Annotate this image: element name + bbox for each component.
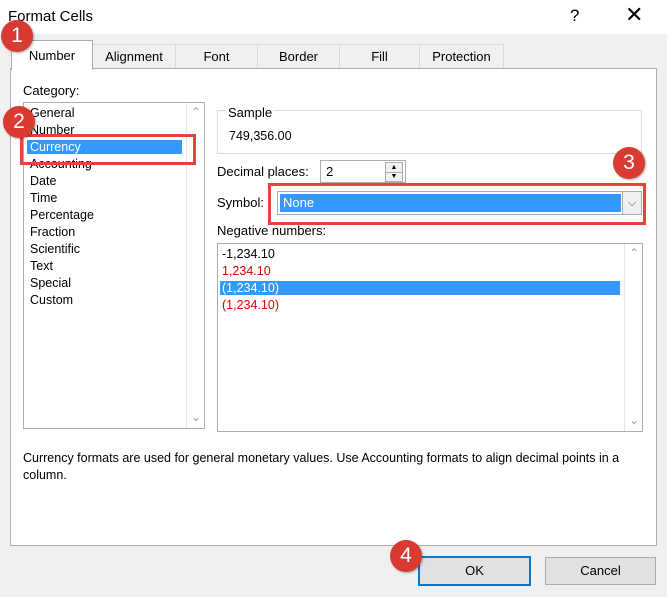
- symbol-label: Symbol:: [217, 195, 264, 210]
- negative-format-item-selected[interactable]: (1,234.10): [220, 281, 620, 295]
- close-button[interactable]: ✕: [625, 2, 643, 28]
- tab-protection[interactable]: Protection: [419, 44, 504, 69]
- scroll-up-icon[interactable]: ⌃: [191, 105, 201, 119]
- help-button[interactable]: ?: [570, 6, 579, 26]
- category-label: Category:: [23, 83, 80, 98]
- negative-numbers-scrollbar[interactable]: ⌃ ⌄: [624, 244, 642, 431]
- currency-highlight-box: [20, 134, 196, 165]
- decimal-places-value[interactable]: 2: [326, 164, 333, 179]
- category-item-scientific[interactable]: Scientific: [30, 242, 80, 256]
- negative-numbers-list[interactable]: -1,234.10 1,234.10 (1,234.10) (1,234.10)…: [217, 243, 643, 432]
- category-item-general[interactable]: General: [30, 106, 74, 120]
- step-badge-2: 2: [3, 106, 35, 138]
- negative-numbers-label: Negative numbers:: [217, 223, 327, 238]
- decimal-places-spinner[interactable]: 2 ▲ ▼: [320, 160, 406, 183]
- tab-font[interactable]: Font: [175, 44, 258, 69]
- category-item-date[interactable]: Date: [30, 174, 56, 188]
- scroll-up-icon[interactable]: ⌃: [629, 246, 639, 260]
- tab-border[interactable]: Border: [257, 44, 340, 69]
- category-item-percentage[interactable]: Percentage: [30, 208, 94, 222]
- step-badge-3: 3: [613, 147, 645, 179]
- tab-alignment[interactable]: Alignment: [92, 44, 176, 69]
- spin-down-icon[interactable]: ▼: [385, 172, 403, 182]
- negative-format-item[interactable]: 1,234.10: [222, 264, 271, 278]
- cancel-button[interactable]: Cancel: [545, 557, 656, 585]
- category-item-special[interactable]: Special: [30, 276, 71, 290]
- decimal-places-label: Decimal places:: [217, 164, 309, 179]
- scroll-down-icon[interactable]: ⌄: [629, 413, 639, 427]
- category-item-time[interactable]: Time: [30, 191, 57, 205]
- category-item-custom[interactable]: Custom: [30, 293, 73, 307]
- category-item-fraction[interactable]: Fraction: [30, 225, 75, 239]
- negative-format-item[interactable]: -1,234.10: [222, 247, 275, 261]
- step-badge-1: 1: [1, 20, 33, 52]
- tab-fill[interactable]: Fill: [339, 44, 420, 69]
- ok-button[interactable]: OK: [418, 556, 531, 586]
- symbol-highlight-box: [268, 183, 646, 225]
- scroll-down-icon[interactable]: ⌄: [191, 410, 201, 424]
- sample-value: 749,356.00: [229, 129, 292, 143]
- negative-format-item[interactable]: (1,234.10): [222, 298, 279, 312]
- category-item-text[interactable]: Text: [30, 259, 53, 273]
- sample-label: Sample: [226, 105, 275, 120]
- step-badge-4: 4: [390, 540, 422, 572]
- format-description: Currency formats are used for general mo…: [23, 451, 620, 482]
